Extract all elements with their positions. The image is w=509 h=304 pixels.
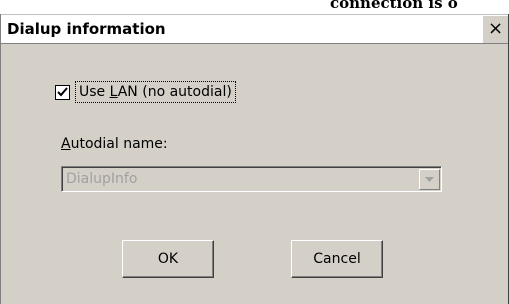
autodial-name-value: DialupInfo bbox=[66, 171, 138, 187]
use-lan-label[interactable]: Use LAN (no autodial) bbox=[75, 81, 236, 103]
background-window-text: connection is o bbox=[330, 0, 458, 12]
dropdown-arrow-button[interactable] bbox=[419, 169, 440, 190]
close-icon: × bbox=[487, 18, 504, 39]
dialog-title: Dialup information bbox=[7, 20, 166, 38]
cancel-button[interactable]: Cancel bbox=[291, 240, 383, 278]
dialup-information-dialog: Dialup information × Use LAN (no autodia… bbox=[0, 14, 509, 304]
title-bar[interactable]: Dialup information × bbox=[1, 14, 508, 44]
autodial-name-label: Autodial name: bbox=[61, 136, 168, 152]
chevron-down-icon bbox=[425, 177, 434, 182]
ok-button[interactable]: OK bbox=[122, 240, 214, 278]
autodial-name-dropdown[interactable]: DialupInfo bbox=[61, 166, 442, 192]
close-button[interactable]: × bbox=[482, 16, 508, 43]
use-lan-checkbox[interactable] bbox=[55, 84, 70, 100]
checkmark-icon bbox=[57, 86, 68, 96]
use-lan-option[interactable]: Use LAN (no autodial) bbox=[55, 80, 236, 104]
